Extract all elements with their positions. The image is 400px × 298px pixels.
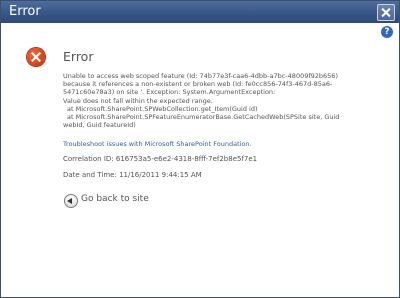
close-icon[interactable]: [377, 4, 395, 21]
message-line: at Microsoft.SharePoint.SPFeatureEnumera…: [67, 113, 340, 122]
error-heading: Error: [63, 49, 94, 64]
go-back-label: Go back to site: [81, 194, 149, 204]
troubleshoot-link[interactable]: Troubleshoot issues with Microsoft Share…: [63, 140, 252, 148]
error-dialog: Error ? Error Unable to access web scope…: [0, 0, 400, 298]
back-arrow-icon: [64, 194, 78, 208]
error-message: Unable to access web scoped feature (Id:…: [63, 72, 391, 129]
message-line: Unable to access web scoped feature (Id:…: [63, 72, 338, 80]
dialog-title: Error: [9, 4, 41, 19]
message-line: Value does not fall within the expected …: [63, 96, 213, 105]
help-icon[interactable]: ?: [381, 26, 393, 38]
message-line: because it references a non-existent or …: [63, 80, 333, 89]
message-line: at Microsoft.SharePoint.SPWebCollection.…: [67, 104, 258, 113]
title-bar: Error: [1, 1, 399, 23]
message-line: webId, Guid featureId): [63, 121, 136, 130]
correlation-id: Correlation ID: 616753a5-e6e2-4318-8fff-…: [63, 155, 258, 163]
message-line: 5471c60e78a3) on site '. Exception: Syst…: [63, 88, 276, 97]
error-icon: [27, 48, 45, 66]
date-time: Date and Time: 11/16/2011 9:44:15 AM: [63, 171, 202, 179]
